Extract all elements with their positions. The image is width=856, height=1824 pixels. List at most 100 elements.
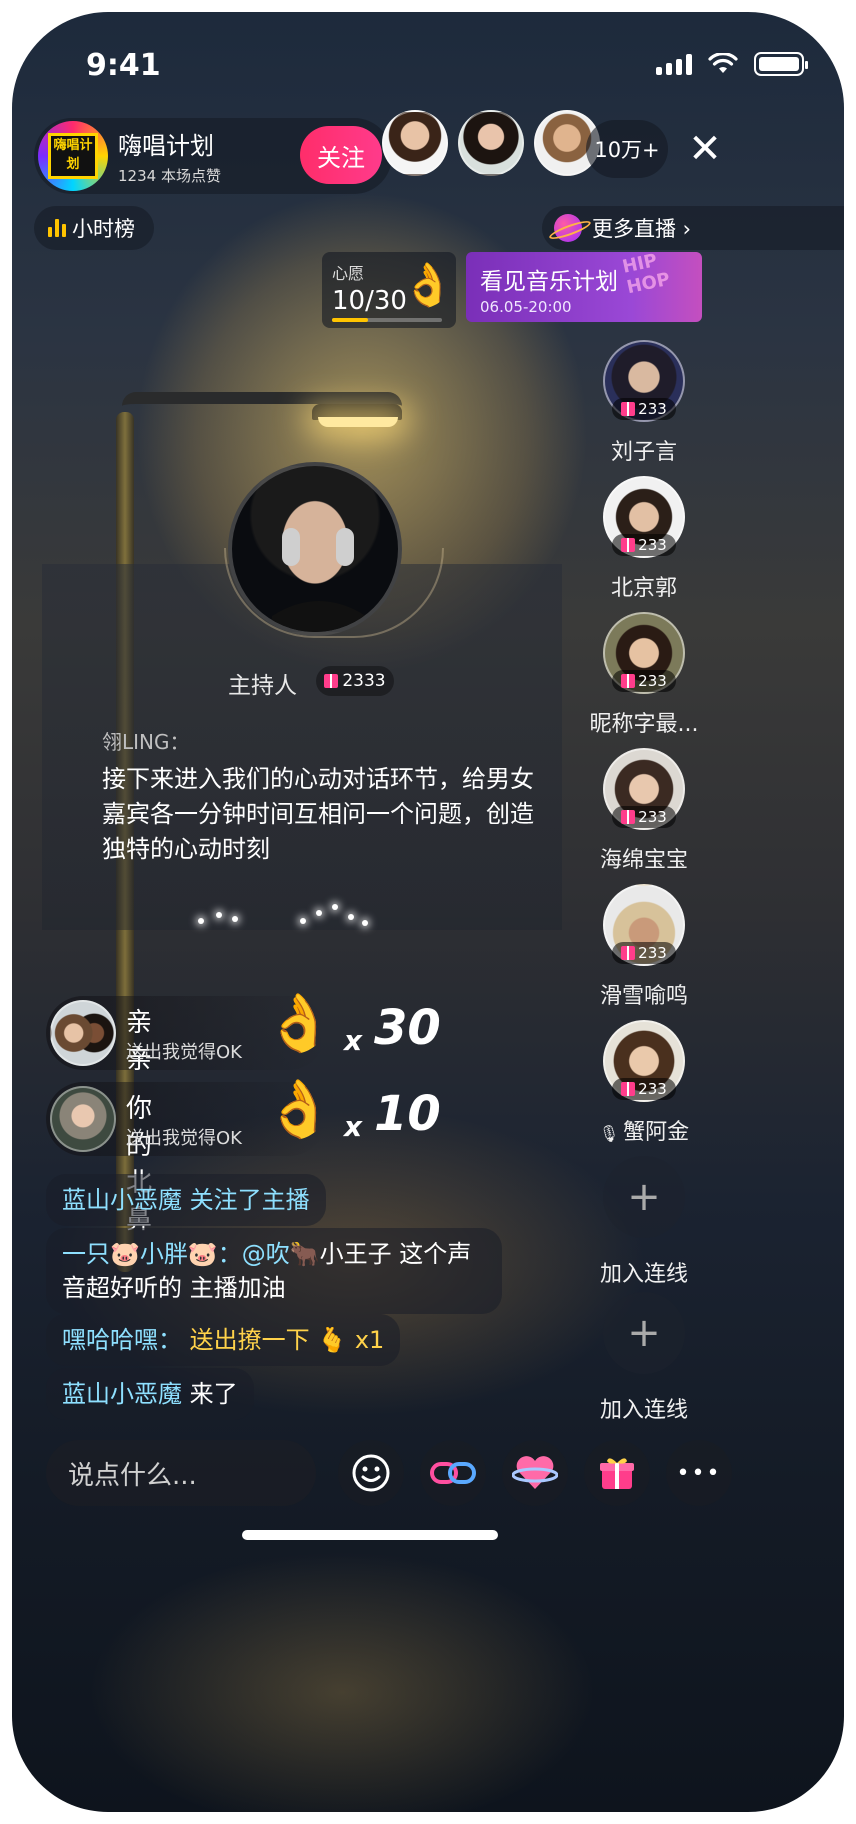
more-live-button[interactable]: 更多直播 › <box>542 206 844 250</box>
guest-gift-badge: 233 <box>612 942 676 964</box>
host-name: 嗨唱计划 <box>118 132 214 160</box>
host-info[interactable]: 嗨唱计划 嗨唱计划 1234 本场点赞 关注 <box>34 118 392 194</box>
guest-gift-badge: 233 <box>612 534 676 556</box>
more-icon[interactable]: ••• <box>666 1440 732 1506</box>
gift-description: 送出我觉得OK <box>126 1042 242 1063</box>
comment-input[interactable]: 说点什么... <box>46 1440 316 1506</box>
more-live-label: 更多直播 › <box>592 217 692 241</box>
guest-gift-badge: 233 <box>612 398 676 420</box>
chat-message[interactable]: 蓝山小恶魔 来了 <box>46 1368 254 1420</box>
close-icon[interactable]: ✕ <box>680 120 730 178</box>
join-seat[interactable]: + 加入连线 <box>582 1292 706 1428</box>
guest-seat[interactable]: 233 昵称字最... <box>582 612 706 748</box>
wish-progress <box>332 318 442 322</box>
host-gift-badge: 2333 <box>316 666 394 696</box>
viewer-avatar[interactable] <box>382 110 448 176</box>
gift-sender-avatar[interactable] <box>50 1086 116 1152</box>
guest-gift-badge: 233 <box>612 806 676 828</box>
heart-icon <box>512 1456 558 1489</box>
guest-seat[interactable]: 233 滑雪喻鸣 <box>582 884 706 1020</box>
sparkle-lights <box>192 904 372 928</box>
chat-message[interactable]: 一只🐷小胖🐷：@吹🐂小王子 这个声音超好听的 主播加油 <box>46 1228 502 1314</box>
guest-seat[interactable]: 233 🎙 蟹阿金 <box>582 1020 706 1156</box>
host-logo-text: 嗨唱计划 <box>48 133 98 179</box>
wish-card[interactable]: 心愿 10/30 👌 <box>322 252 456 328</box>
guest-seat[interactable]: 233 北京郭 <box>582 476 706 612</box>
guest-gift-count: 233 <box>638 1080 667 1098</box>
follow-button[interactable]: 关注 <box>300 126 382 184</box>
gift-count: 10 <box>374 1086 441 1142</box>
guest-name: 滑雪喻鸣 <box>599 984 688 1009</box>
hour-rank-button[interactable]: 小时榜 <box>34 206 154 250</box>
chat-message[interactable]: 蓝山小恶魔 关注了主播 <box>46 1174 326 1226</box>
gift-sender-avatar[interactable] <box>50 1000 116 1066</box>
gift-box-icon[interactable] <box>584 1440 650 1506</box>
ok-hand-icon: 👌 <box>401 260 454 309</box>
join-label: 加入连线 <box>599 1398 688 1423</box>
ok-hand-icon: 👌 <box>264 1077 334 1142</box>
planet-icon <box>554 214 582 242</box>
gift-description: 送出我觉得OK <box>126 1128 242 1149</box>
host-role: 主持人 <box>228 673 297 699</box>
gift-icon <box>600 1458 634 1489</box>
guest-gift-badge: 233 <box>612 1078 676 1100</box>
home-indicator <box>242 1530 498 1540</box>
smiley-icon <box>352 1454 390 1492</box>
emoji-icon[interactable] <box>338 1440 404 1506</box>
host-text: 嗨唱计划 1234 本场点赞 <box>118 126 221 186</box>
guest-name: 刘子言 <box>610 440 677 465</box>
viewer-count[interactable]: 10万+ <box>586 120 668 178</box>
wifi-icon <box>708 53 738 73</box>
host-avatar[interactable] <box>228 462 402 636</box>
guest-gift-count: 233 <box>638 808 667 826</box>
plus-icon[interactable]: + <box>603 1292 685 1374</box>
guest-rail: 233 刘子言 233 北京郭 233 昵称字最... 233 海绵宝宝 233… <box>582 340 706 1428</box>
viewer-avatar[interactable] <box>458 110 524 176</box>
top-viewers <box>382 110 600 176</box>
guest-gift-count: 233 <box>638 400 667 418</box>
wish-progress-fill <box>332 318 369 322</box>
status-icons <box>656 52 808 76</box>
event-banner-art: HIP HOP <box>620 252 672 299</box>
bottom-toolbar: 说点什么... ••• <box>46 1440 826 1510</box>
gift-multiplier-x: x <box>344 1024 363 1057</box>
gift-icon <box>621 1082 636 1096</box>
guest-gift-count: 233 <box>638 944 667 962</box>
guest-seat[interactable]: 233 刘子言 <box>582 340 706 476</box>
battery-icon <box>754 52 808 76</box>
guest-gift-count: 233 <box>638 672 667 690</box>
gift-icon <box>621 538 636 552</box>
heart-planet-icon[interactable] <box>502 1440 568 1506</box>
chat-username[interactable]: 蓝山小恶魔 <box>62 1186 182 1214</box>
plus-icon[interactable]: + <box>603 1156 685 1238</box>
chat-mention[interactable]: @吹🐂 <box>242 1240 320 1268</box>
guest-seat[interactable]: 233 海绵宝宝 <box>582 748 706 884</box>
chat-gift-count: x1 <box>354 1326 385 1354</box>
mic-off-icon: 🎙 <box>598 1124 620 1143</box>
guest-name: 昵称字最... <box>589 712 699 737</box>
guest-name: 蟹阿金 <box>623 1120 690 1145</box>
chat-text: 来了 <box>189 1380 238 1408</box>
link-icon <box>430 1462 476 1484</box>
event-banner[interactable]: HIP HOP 看见音乐计划 06.05-20:00 <box>466 252 702 322</box>
link-mic-icon[interactable] <box>420 1440 486 1506</box>
host-logo[interactable]: 嗨唱计划 <box>38 121 108 191</box>
speech-text: 接下来进入我们的心动对话环节，给男女嘉宾各一分钟时间互相问一个问题，创造独特的心… <box>102 765 534 863</box>
guest-name-row: 🎙 蟹阿金 <box>582 1114 706 1146</box>
hour-rank-label: 小时榜 <box>72 217 135 241</box>
guest-name: 北京郭 <box>610 576 677 601</box>
chat-username[interactable]: 嘿哈哈嘿： <box>62 1326 182 1354</box>
chat-username[interactable]: 蓝山小恶魔 <box>62 1380 182 1408</box>
chat-message[interactable]: 嘿哈哈嘿： 送出撩一下 🫰 x1 <box>46 1314 401 1366</box>
gift-icon <box>621 810 636 824</box>
chat-username[interactable]: 一只🐷小胖🐷： <box>62 1240 242 1268</box>
join-label: 加入连线 <box>599 1262 688 1287</box>
live-room: 9:41 嗨唱计划 嗨唱计划 1234 本场点赞 关注 10万+ ✕ 小时榜 更… <box>12 12 844 1812</box>
speaker-name: 翎LING： <box>102 730 190 754</box>
join-seat[interactable]: + 加入连线 <box>582 1156 706 1292</box>
guest-gift-badge: 233 <box>612 670 676 692</box>
gift-icon <box>324 674 339 688</box>
guest-gift-count: 233 <box>638 536 667 554</box>
ok-hand-icon: 👌 <box>264 991 334 1056</box>
gift-icon <box>621 402 636 416</box>
